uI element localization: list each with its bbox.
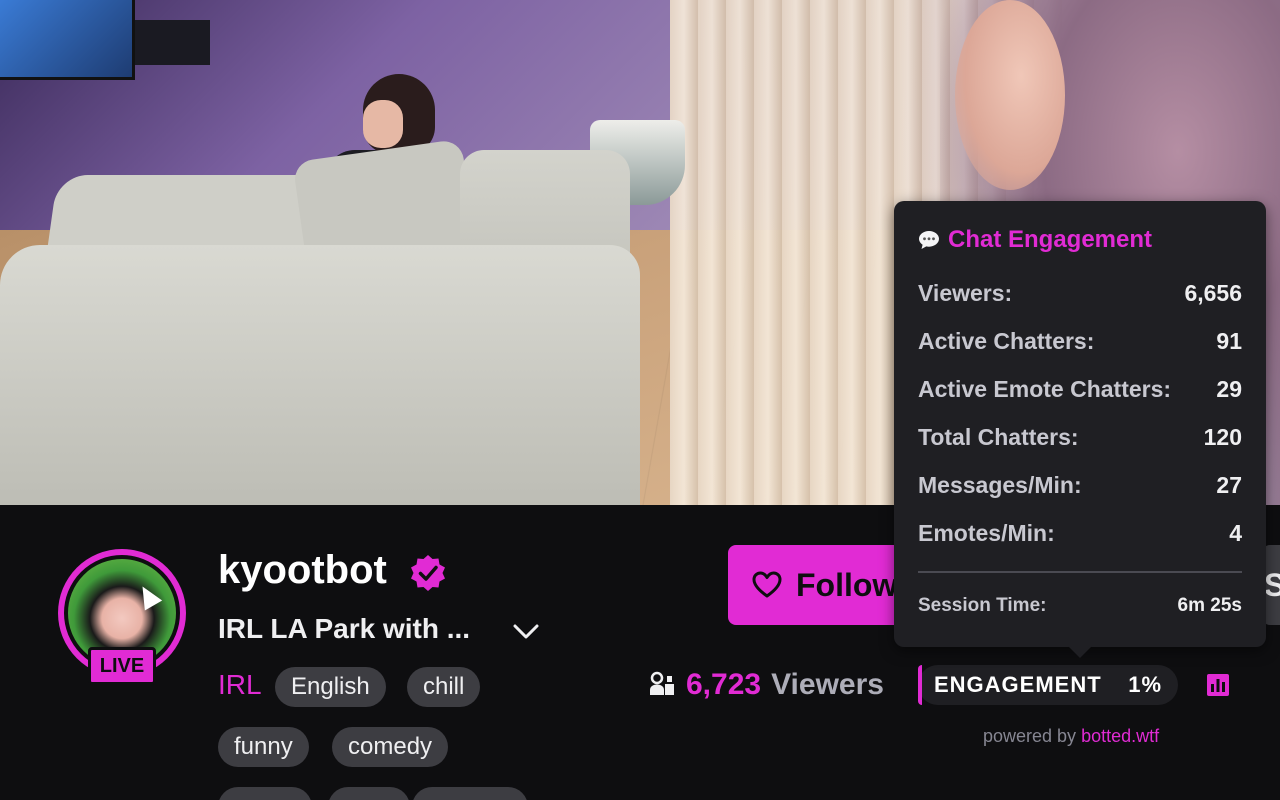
tag-partial-3[interactable] — [412, 787, 528, 800]
stat-label: Total Chatters: — [918, 423, 1079, 450]
engagement-label: ENGAGEMENT — [934, 672, 1102, 697]
stat-row-messages-per-min: Messages/Min: 27 — [918, 461, 1242, 509]
stat-value: 120 — [1203, 423, 1242, 450]
stat-row-viewers: Viewers: 6,656 — [918, 269, 1242, 317]
viewers-icon — [650, 671, 674, 695]
stats-icon[interactable] — [1206, 673, 1230, 697]
tag-english[interactable]: English — [275, 667, 386, 707]
stat-row-active-chatters: Active Chatters: 91 — [918, 317, 1242, 365]
video-fireplace — [135, 20, 210, 65]
heart-icon — [752, 571, 782, 598]
stat-label: Viewers: — [918, 279, 1013, 306]
video-tv — [0, 0, 135, 80]
stat-row-total-chatters: Total Chatters: 120 — [918, 413, 1242, 461]
engagement-value: 1% — [1128, 672, 1162, 697]
stat-value: 27 — [1216, 471, 1242, 498]
tooltip-divider — [918, 571, 1242, 573]
tooltip-title: Chat Engagement — [918, 225, 1242, 255]
viewer-count: 6,723 Viewers — [648, 668, 884, 702]
stat-row-emotes-per-min: Emotes/Min: 4 — [918, 509, 1242, 557]
stat-value: 29 — [1216, 375, 1242, 402]
stream-title: IRL LA Park with ... — [218, 613, 471, 644]
tag-partial-1[interactable] — [218, 787, 312, 800]
powered-by: powered by botted.wtf — [983, 726, 1159, 747]
stat-label: Emotes/Min: — [918, 519, 1055, 546]
tag-partial-2[interactable] — [328, 787, 410, 800]
stat-row-active-emote-chatters: Active Emote Chatters: 29 — [918, 365, 1242, 413]
powered-link[interactable]: botted.wtf — [1081, 726, 1159, 746]
live-badge: LIVE — [88, 647, 156, 685]
viewers-label: Viewers — [771, 668, 884, 701]
chat-engagement-tooltip: Chat Engagement Viewers: 6,656 Active Ch… — [894, 201, 1266, 647]
tag-chill[interactable]: chill — [407, 667, 481, 707]
tooltip-arrow — [1068, 646, 1092, 658]
session-time-row: Session Time: 6m 25s — [918, 595, 1242, 617]
stat-value: 4 — [1229, 519, 1242, 546]
video-sofa-seat — [0, 245, 640, 505]
tag-comedy[interactable]: comedy — [332, 727, 449, 767]
stat-label: Active Emote Chatters: — [918, 375, 1172, 402]
powered-prefix: powered by — [983, 726, 1077, 746]
follow-label: Follow — [796, 566, 898, 603]
session-time-value: 6m 25s — [1177, 595, 1242, 616]
category-link[interactable]: IRL — [218, 669, 262, 701]
viewers-count: 6,723 — [686, 668, 762, 701]
video-streamer-face — [955, 0, 1065, 190]
stat-label: Messages/Min: — [918, 471, 1082, 498]
stat-value: 6,656 — [1184, 279, 1242, 306]
channel-name[interactable]: kyootbot — [218, 548, 387, 593]
verified-icon — [411, 555, 445, 591]
tag-funny[interactable]: funny — [218, 727, 309, 767]
stat-label: Active Chatters: — [918, 327, 1095, 354]
speech-bubble-icon — [919, 231, 939, 249]
stat-list: Viewers: 6,656 Active Chatters: 91 Activ… — [918, 269, 1242, 557]
stat-value: 91 — [1216, 327, 1242, 354]
engagement-pill[interactable]: ENGAGEMENT 1% — [918, 665, 1178, 705]
chevron-down-icon[interactable] — [511, 620, 541, 644]
session-time-label: Session Time: — [918, 595, 1047, 616]
tooltip-title-text: Chat Engagement — [948, 226, 1153, 253]
subscribe-label: Su — [1264, 566, 1280, 603]
